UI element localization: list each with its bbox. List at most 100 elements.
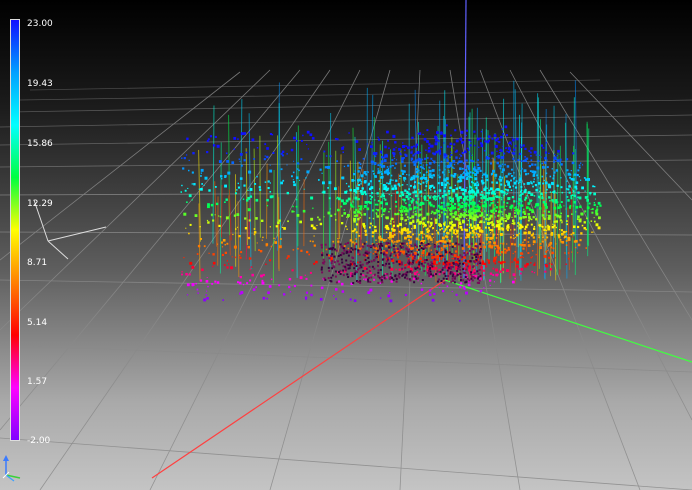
- cloud-point: [362, 253, 365, 256]
- cloud-point: [182, 167, 185, 170]
- cloud-point: [532, 243, 535, 246]
- cloud-point: [345, 269, 347, 272]
- cloud-point: [401, 184, 404, 186]
- cloud-point: [442, 248, 444, 251]
- cloud-point: [465, 159, 468, 162]
- cloud-point: [362, 270, 365, 273]
- cloud-point: [489, 279, 492, 282]
- cloud-point: [461, 247, 465, 250]
- cloud-point: [538, 224, 540, 226]
- cloud-point: [474, 234, 476, 236]
- cloud-point: [422, 255, 425, 257]
- cloud-point: [590, 220, 593, 222]
- 3d-viewport[interactable]: 23.00 19.43 15.86 12.29 8.71 5.14 1.57 -…: [0, 0, 692, 490]
- cloud-point: [577, 252, 579, 254]
- cloud-point: [471, 181, 473, 183]
- cloud-point: [371, 235, 374, 238]
- cloud-point: [206, 151, 209, 154]
- cloud-point: [269, 164, 271, 166]
- cloud-point: [526, 263, 529, 266]
- cloud-point: [433, 162, 436, 164]
- cloud-point: [290, 148, 294, 152]
- cloud-point: [426, 199, 428, 201]
- cloud-point: [358, 267, 361, 270]
- cloud-point: [381, 264, 384, 267]
- cloud-point: [444, 275, 447, 277]
- cloud-point: [566, 169, 569, 172]
- cloud-point: [500, 149, 503, 152]
- cloud-point: [349, 264, 352, 267]
- cloud-point: [539, 187, 541, 189]
- cloud-point: [534, 163, 537, 166]
- cloud-point: [337, 255, 340, 257]
- cloud-point: [388, 262, 391, 265]
- cloud-point: [478, 235, 481, 238]
- cloud-point: [269, 195, 273, 199]
- cloud-point: [486, 174, 488, 177]
- cloud-point: [524, 225, 528, 229]
- cloud-point: [357, 249, 360, 252]
- cloud-point: [389, 231, 392, 235]
- cloud-point: [458, 208, 461, 210]
- cloud-point: [402, 142, 404, 144]
- cloud-point: [434, 135, 438, 139]
- cloud-point: [405, 247, 408, 250]
- cloud-point: [555, 169, 559, 172]
- cloud-point: [376, 209, 380, 212]
- cloud-point: [457, 258, 459, 260]
- cloud-point: [417, 277, 420, 280]
- cloud-point: [430, 195, 432, 197]
- cloud-point: [579, 205, 582, 208]
- cloud-point: [269, 259, 272, 262]
- cloud-point: [513, 243, 516, 246]
- cloud-point: [390, 258, 393, 261]
- cloud-point: [454, 203, 457, 206]
- cloud-point: [460, 174, 463, 177]
- cloud-point: [399, 153, 402, 156]
- cloud-point: [370, 198, 372, 200]
- cloud-point: [495, 181, 499, 184]
- cloud-point: [560, 201, 563, 203]
- cloud-point: [517, 221, 520, 224]
- cloud-point: [221, 178, 223, 180]
- cloud-point: [427, 227, 429, 230]
- cloud-point: [380, 195, 383, 198]
- cloud-point: [297, 247, 299, 250]
- cloud-point: [535, 253, 537, 256]
- cloud-point: [504, 251, 507, 254]
- cloud-point: [575, 211, 577, 213]
- cloud-point: [578, 196, 582, 200]
- cloud-point: [424, 177, 428, 180]
- cloud-point: [403, 157, 405, 159]
- cloud-point: [478, 279, 481, 282]
- cloud-point: [389, 165, 392, 168]
- cloud-point: [473, 144, 476, 147]
- cloud-point: [417, 203, 419, 205]
- cloud-point: [565, 263, 567, 265]
- cloud-point: [380, 155, 384, 159]
- cloud-point: [461, 151, 464, 155]
- cloud-point: [506, 150, 508, 153]
- cloud-point: [527, 172, 530, 175]
- cloud-point: [425, 259, 428, 261]
- cloud-point: [553, 174, 555, 177]
- cloud-point: [338, 271, 340, 273]
- cloud-point: [401, 230, 404, 233]
- cloud-point: [530, 256, 532, 259]
- cloud-point: [535, 218, 538, 221]
- cloud-point: [186, 294, 189, 296]
- cloud-point: [417, 214, 421, 217]
- cloud-point: [402, 206, 404, 208]
- cloud-point: [243, 184, 246, 187]
- point-cloud-scene[interactable]: [0, 0, 692, 490]
- cloud-point: [448, 183, 450, 185]
- cloud-point: [395, 260, 398, 263]
- cloud-point: [448, 169, 450, 171]
- cloud-point: [462, 176, 465, 179]
- cloud-point: [538, 207, 542, 210]
- cloud-point: [361, 263, 364, 266]
- cloud-point: [441, 227, 443, 230]
- cloud-point: [411, 197, 413, 200]
- cloud-point: [370, 244, 373, 247]
- cloud-point: [544, 156, 547, 160]
